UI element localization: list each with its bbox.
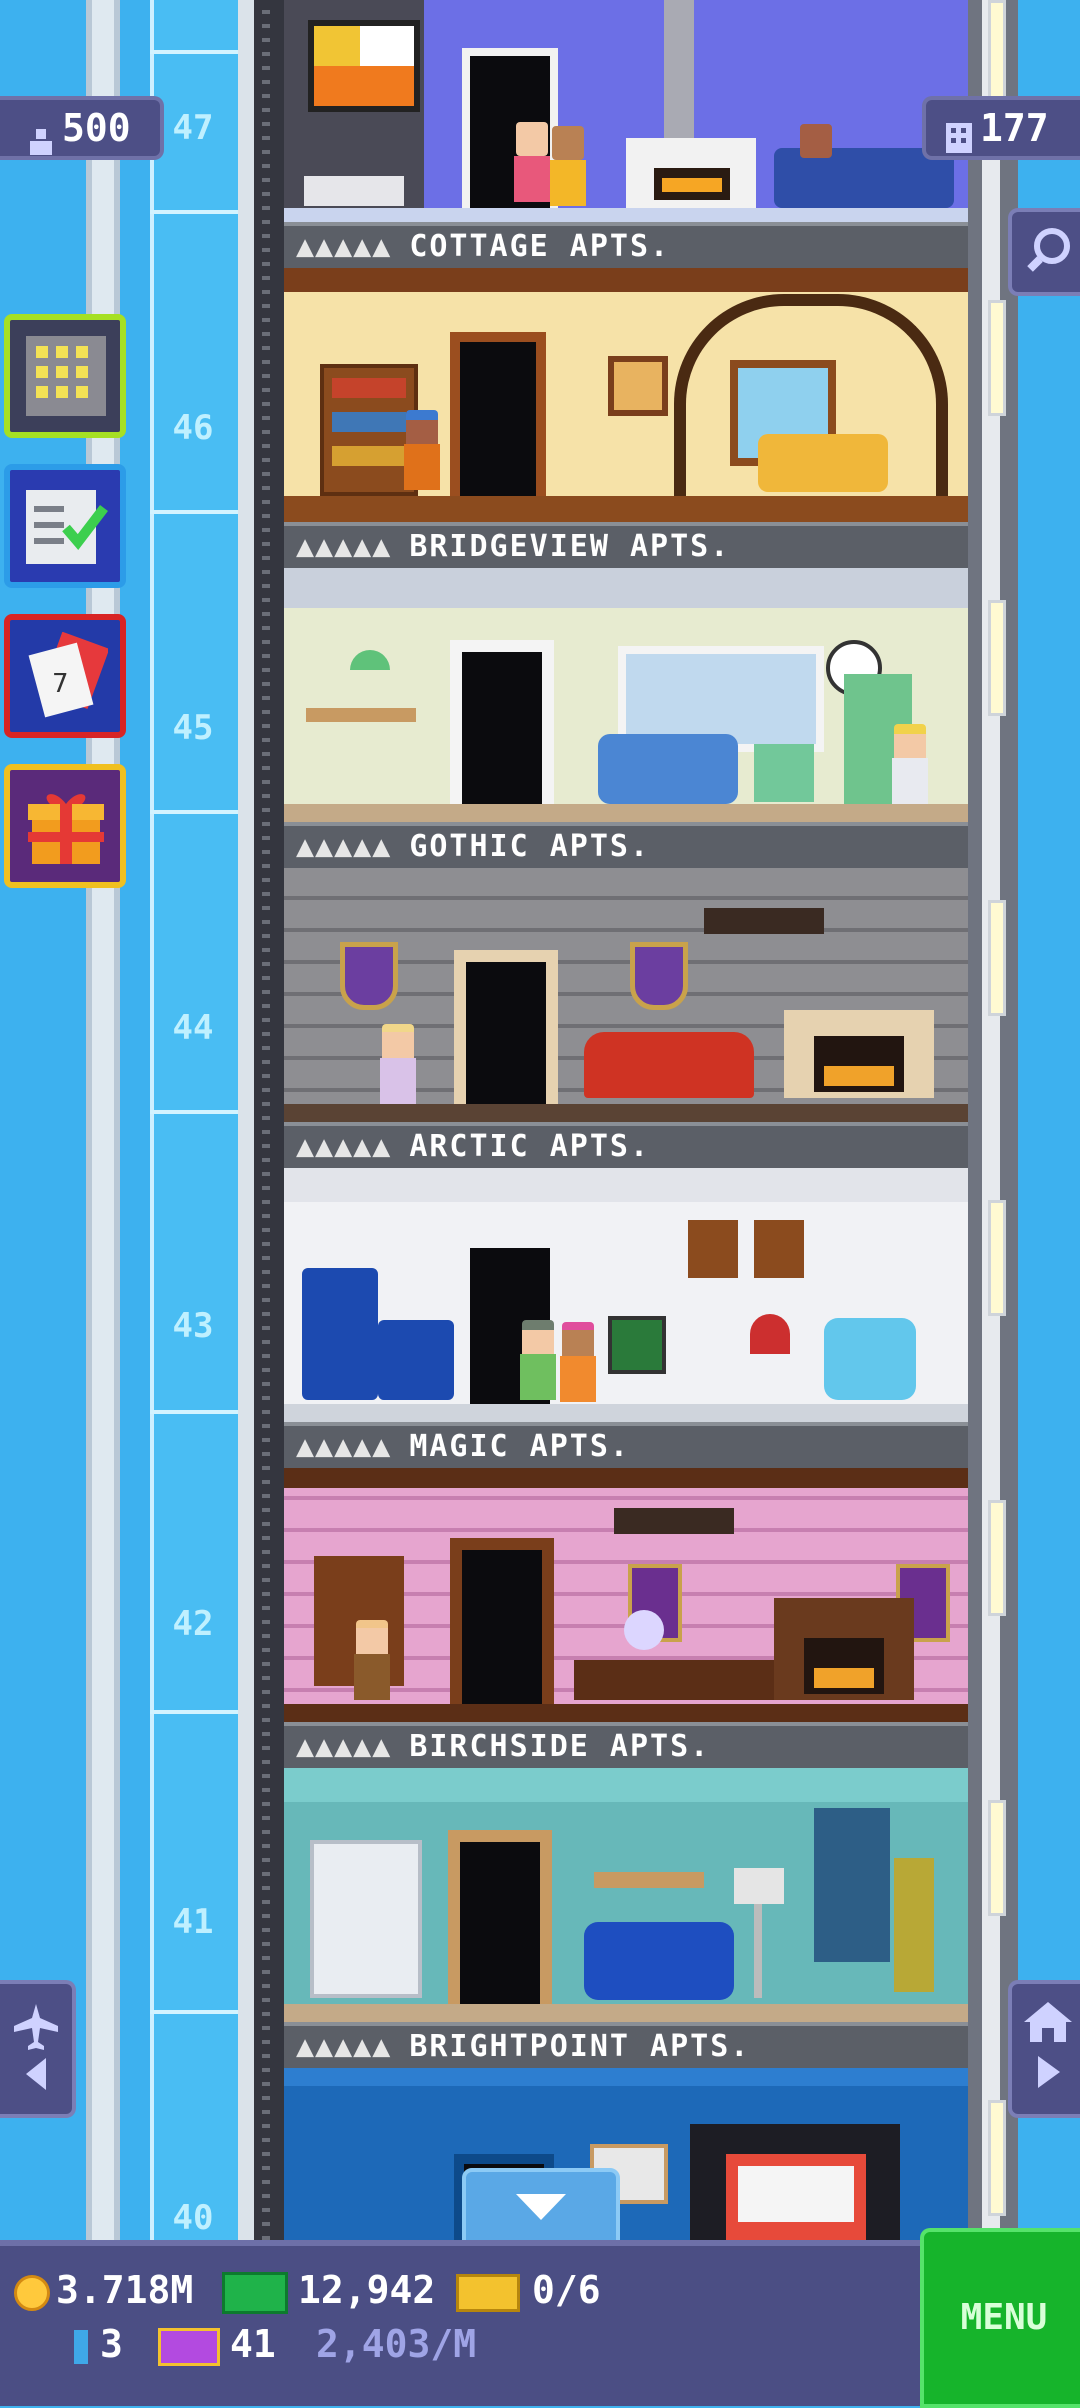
floor-47-room[interactable]	[284, 0, 968, 222]
shaft-tick	[150, 1710, 238, 1714]
golden-ticket-icon	[158, 2327, 220, 2366]
shaft-tick	[150, 1410, 238, 1414]
zoom-button[interactable]	[1008, 208, 1080, 296]
bux-display[interactable]: 12,942	[222, 2268, 435, 2314]
window-light	[988, 1500, 1006, 1616]
tenant[interactable]	[400, 410, 444, 490]
tower-left-edge	[254, 0, 284, 2240]
tenant[interactable]	[546, 126, 590, 206]
window-light	[988, 2100, 1006, 2216]
gift-button[interactable]	[4, 764, 126, 888]
floor-42-room[interactable]	[284, 1468, 968, 1722]
visitor-travel-button[interactable]	[0, 1980, 76, 2118]
keys-display[interactable]: 3	[74, 2322, 123, 2366]
building-grid-icon	[24, 334, 108, 422]
calendar-button[interactable]: 7	[4, 614, 126, 738]
window-light	[988, 900, 1006, 1016]
menu-button[interactable]: MENU	[920, 2228, 1080, 2408]
tenant[interactable]	[350, 1620, 394, 1700]
right-sky-strip	[1018, 0, 1080, 2240]
floor-41-room[interactable]	[284, 1768, 968, 2022]
coins-display[interactable]: 3.718M	[14, 2268, 193, 2312]
person-icon	[26, 116, 56, 155]
home-right-icon	[1022, 2000, 1074, 2096]
shaft-tick	[150, 50, 238, 54]
floor-43-room[interactable]	[284, 1168, 968, 1422]
tenant[interactable]	[888, 724, 932, 804]
tasks-button[interactable]	[4, 464, 126, 588]
tenant[interactable]	[516, 1320, 560, 1400]
golden-tickets-display[interactable]: 41	[158, 2322, 276, 2366]
floor-label: ▲▲▲▲▲ MAGIC APTS.	[284, 1422, 968, 1468]
floor-number: 44	[172, 1008, 214, 1048]
window-light	[988, 300, 1006, 416]
floor-46-room[interactable]	[284, 268, 968, 522]
calendar-icon: 7	[24, 631, 110, 722]
gift-icon	[26, 784, 106, 872]
floor-number: 43	[172, 1306, 214, 1346]
home-floor-button[interactable]	[1008, 1980, 1080, 2118]
scroll-down-button[interactable]	[462, 2168, 620, 2248]
tenant[interactable]	[556, 1322, 600, 1402]
chevron-down-icon	[514, 2192, 568, 2226]
income-rate: 2,403/M	[316, 2322, 477, 2366]
window-light	[988, 600, 1006, 716]
tickets-display[interactable]: 0/6	[456, 2268, 601, 2312]
floor-number: 42	[172, 1604, 214, 1644]
resource-bar: 3.718M 12,942 0/6 3 41 2,403/M	[0, 2240, 1080, 2406]
floor-label: ▲▲▲▲▲ BRIDGEVIEW APTS.	[284, 522, 968, 568]
tenant[interactable]	[794, 124, 838, 204]
floor-label: ▲▲▲▲▲ GOTHIC APTS.	[284, 822, 968, 868]
coin-icon	[14, 2274, 50, 2311]
magnifier-icon	[1026, 226, 1074, 282]
plane-left-icon	[12, 2002, 60, 2096]
population-counter[interactable]: 500	[0, 96, 164, 160]
shaft-tick	[150, 510, 238, 514]
floor-label: ▲▲▲▲▲ COTTAGE APTS.	[284, 222, 968, 268]
tenant[interactable]	[376, 1024, 420, 1104]
floor-number: 47	[172, 108, 214, 148]
window-light	[988, 1800, 1006, 1916]
svg-text:7: 7	[52, 669, 69, 699]
floor-number: 41	[172, 1902, 214, 1942]
checklist-icon	[22, 482, 108, 572]
shaft-tick	[150, 210, 238, 214]
key-icon	[74, 2329, 88, 2364]
floor-45-room[interactable]	[284, 568, 968, 822]
elevator-rail	[238, 0, 254, 2240]
floors-counter[interactable]: 177	[922, 96, 1080, 160]
shaft-tick	[150, 1110, 238, 1114]
ticket-icon	[456, 2273, 520, 2312]
floor-number: 45	[172, 708, 214, 748]
build-button[interactable]	[4, 314, 126, 438]
floor-40-room[interactable]	[284, 2068, 968, 2240]
floor-label: ▲▲▲▲▲ ARCTIC APTS.	[284, 1122, 968, 1168]
floor-number: 46	[172, 408, 214, 448]
floor-label: ▲▲▲▲▲ BRIGHTPOINT APTS.	[284, 2022, 968, 2068]
building-icon	[944, 114, 974, 153]
bux-icon	[222, 2271, 288, 2314]
window-light	[988, 1200, 1006, 1316]
floor-number: 40	[172, 2198, 214, 2238]
shaft-tick	[150, 810, 238, 814]
floor-44-room[interactable]	[284, 868, 968, 1122]
shaft-tick	[150, 2010, 238, 2014]
floor-label: ▲▲▲▲▲ BIRCHSIDE APTS.	[284, 1722, 968, 1768]
